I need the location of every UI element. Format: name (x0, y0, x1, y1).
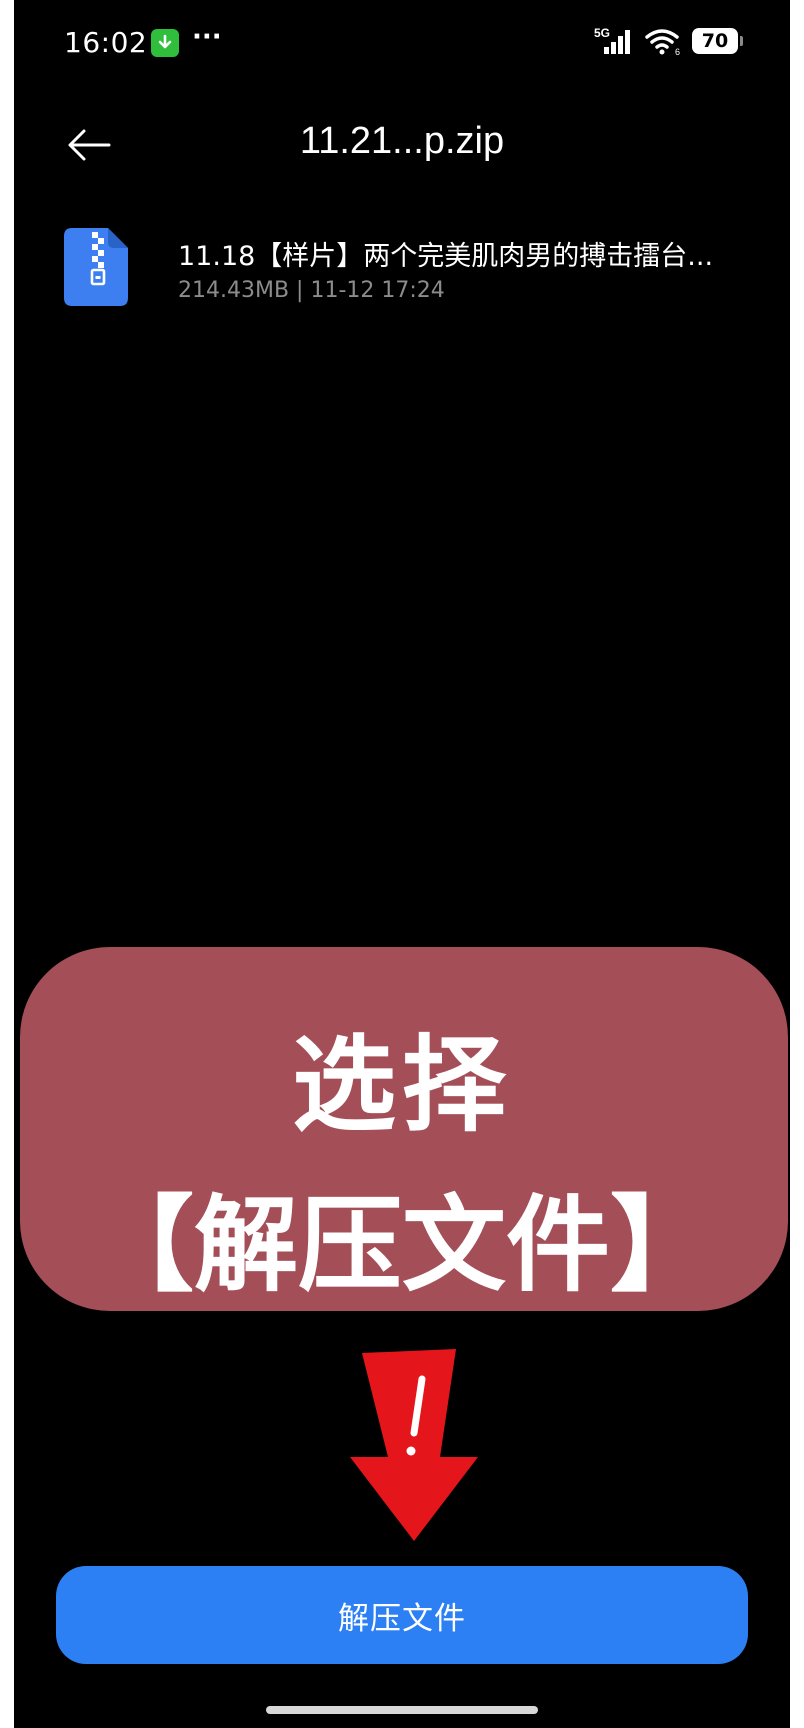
page-title: 11.21...p.zip (299, 120, 505, 162)
status-time: 16:02 (64, 26, 148, 59)
file-meta: 214.43MB | 11-12 17:24 (178, 278, 445, 303)
wifi-icon: 6 (645, 29, 680, 56)
status-icons: 5G 6 70 (594, 26, 743, 56)
zip-file-icon (64, 228, 128, 306)
annotation-line1: 选择 (291, 1024, 512, 1146)
file-name: 11.18【样片】两个完美肌肉男的搏击擂台... (178, 241, 714, 272)
home-indicator[interactable] (266, 1706, 538, 1714)
download-notification-icon (151, 29, 179, 57)
phone-screen: 16:02 ··· 5G 6 70 11.21...p.zip 11.18【样片… (14, 0, 790, 1728)
wifi-sub-label: 6 (675, 47, 680, 56)
battery-level: 70 (701, 30, 729, 52)
more-notifications-icon: ··· (192, 22, 222, 52)
network-label: 5G (594, 26, 610, 40)
file-list-item[interactable]: 11.18【样片】两个完美肌肉男的搏击擂台... 214.43MB | 11-1… (54, 222, 754, 312)
extract-files-button[interactable]: 解压文件 (56, 1566, 748, 1664)
signal-5g-icon: 5G (594, 26, 630, 54)
annotation-line2: 【解压文件】 (89, 1184, 714, 1306)
back-button[interactable] (64, 120, 114, 170)
back-arrow-icon (68, 129, 111, 161)
battery-icon: 70 (692, 28, 743, 54)
red-down-arrow-icon (350, 1349, 478, 1541)
